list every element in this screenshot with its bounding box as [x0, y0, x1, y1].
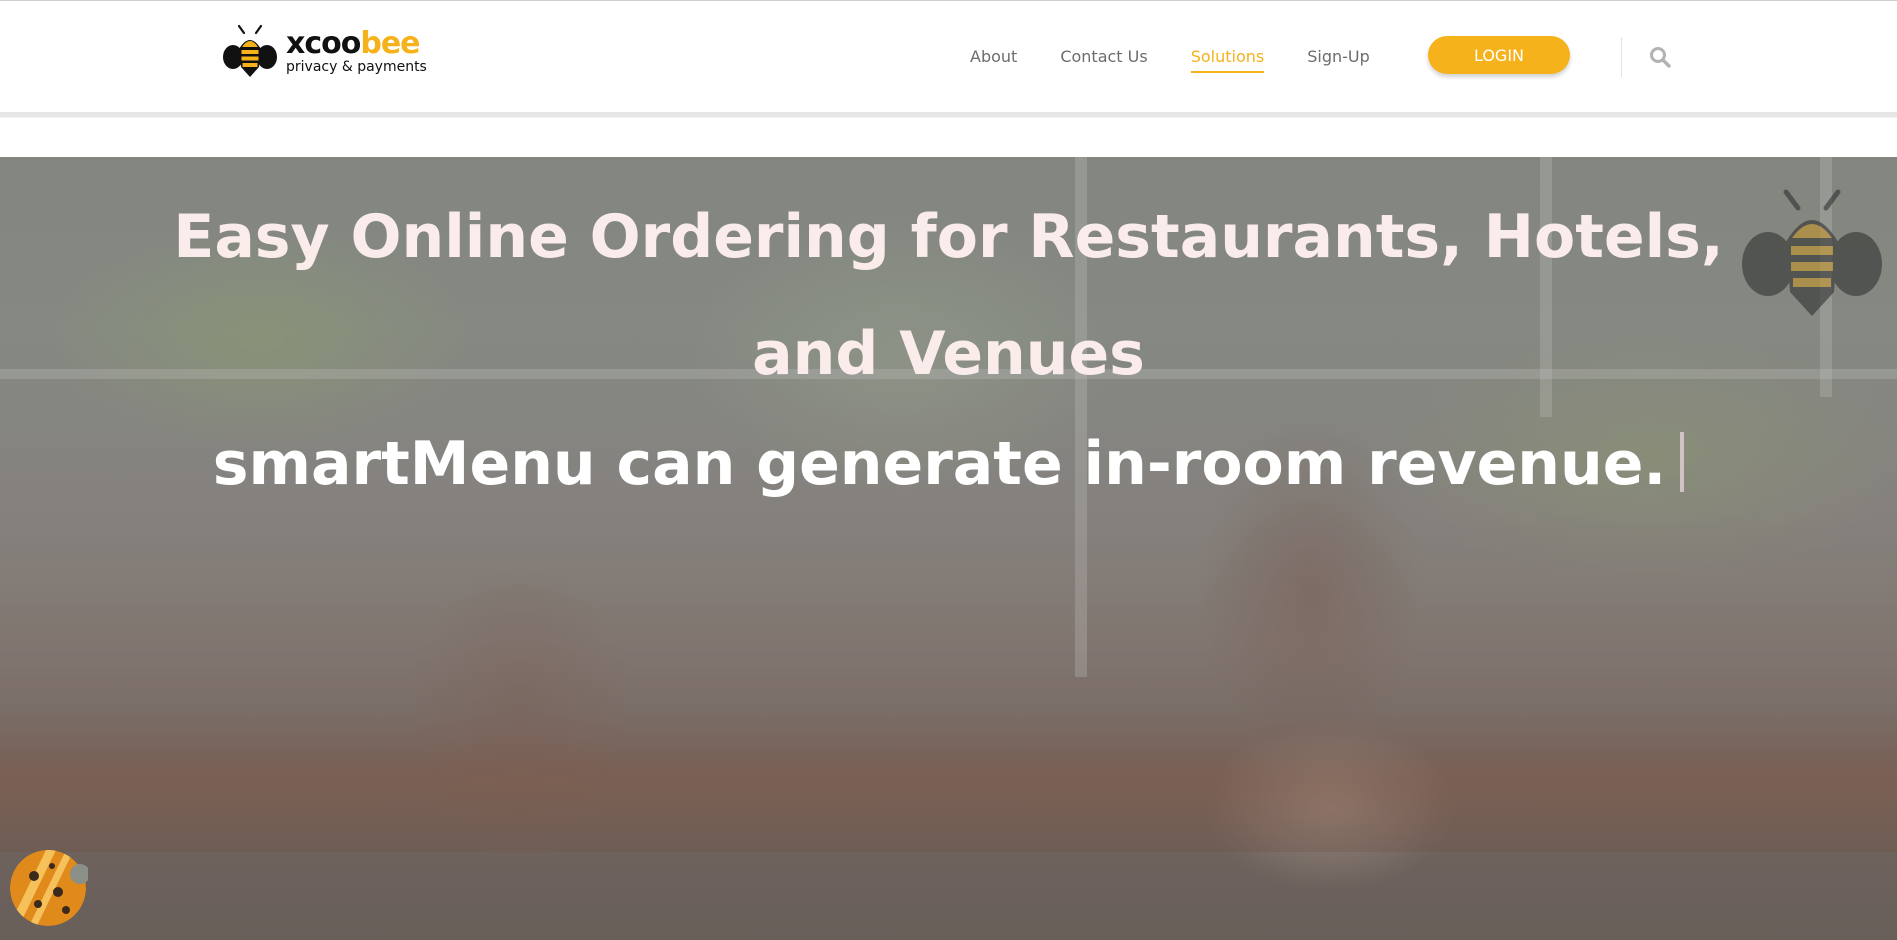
bee-logo-icon — [223, 24, 277, 77]
logo-text: xcoobee privacy & payments — [286, 25, 427, 75]
nav-sign-up[interactable]: Sign-Up — [1307, 47, 1370, 66]
nav-solutions[interactable]: Solutions — [1190, 47, 1264, 73]
typing-cursor — [1680, 432, 1685, 493]
main-nav: About Contact Us Solutions Sign-Up — [970, 44, 1413, 73]
search-icon[interactable] — [1648, 45, 1672, 69]
nav-about[interactable]: About — [970, 47, 1017, 66]
hero-subtitle: smartMenu can generate in-room revenue. — [0, 419, 1897, 509]
login-button[interactable]: LOGIN — [1428, 36, 1570, 74]
nav-contact-us[interactable]: Contact Us — [1060, 47, 1147, 66]
bee-icon — [1742, 189, 1882, 316]
logo-tagline: privacy & payments — [286, 58, 427, 75]
hero-section: Easy Online Ordering for Restaurants, Ho… — [0, 157, 1897, 940]
hero-title: Easy Online Ordering for Restaurants, Ho… — [173, 202, 1724, 389]
logo-wordmark: xcoobee — [286, 25, 421, 61]
xcoobee-logo[interactable]: xcoobee privacy & payments — [222, 23, 427, 79]
hero-subtitle-text: smartMenu can generate in-room revenue. — [212, 429, 1667, 499]
nav-divider — [1621, 37, 1622, 77]
site-header: xcoobee privacy & payments About Contact… — [0, 0, 1897, 116]
cookie-icon[interactable] — [8, 848, 88, 928]
header-shadow-bar — [0, 112, 1897, 118]
